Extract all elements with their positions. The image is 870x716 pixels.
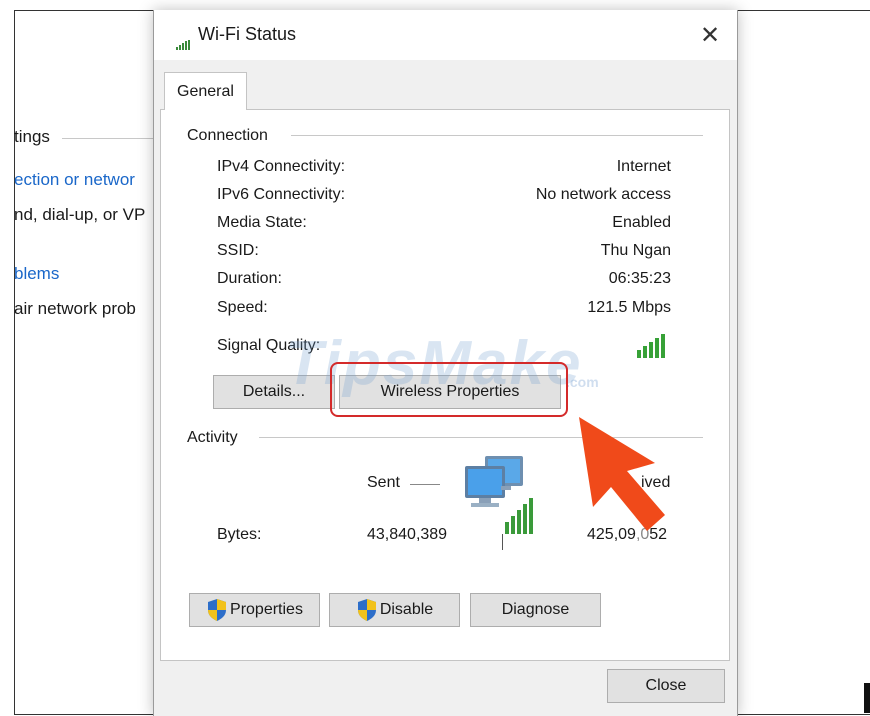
- properties-button[interactable]: Properties: [189, 593, 320, 627]
- background-separator: [62, 138, 154, 139]
- highlight-box: [330, 362, 568, 417]
- background-description: nd, dial-up, or VP: [14, 205, 146, 224]
- uac-shield-icon: [357, 599, 376, 621]
- signal-quality-icon: [637, 334, 665, 358]
- disable-button[interactable]: Disable: [329, 593, 460, 627]
- media-state-label: Media State:: [217, 214, 307, 231]
- speed-value: 121.5 Mbps: [587, 299, 671, 316]
- wifi-signal-icon: [176, 40, 190, 50]
- speed-label: Speed:: [217, 299, 268, 316]
- duration-value: 06:35:23: [608, 270, 671, 287]
- ipv4-value: Internet: [616, 158, 671, 175]
- bytes-sent-value: 43,840,389: [367, 526, 448, 543]
- sent-connector-line: [410, 484, 440, 485]
- connection-group-line: [291, 135, 703, 136]
- uac-shield-icon: [208, 599, 227, 621]
- background-link-troubleshoot[interactable]: blems: [14, 264, 59, 284]
- close-icon[interactable]: ✕: [692, 22, 728, 49]
- close-button[interactable]: Close: [607, 669, 725, 703]
- ipv6-label: IPv6 Connectivity:: [217, 186, 346, 203]
- dialog-title: Wi-Fi Status: [198, 24, 297, 44]
- connection-group-title: Connection: [187, 127, 274, 145]
- diagnose-button[interactable]: Diagnose: [470, 593, 601, 627]
- watermark-suffix: .com: [566, 374, 599, 390]
- network-computers-icon: [465, 456, 533, 534]
- title-bar[interactable]: Wi-Fi Status ✕: [154, 10, 737, 60]
- activity-group-title: Activity: [187, 429, 244, 447]
- ssid-label: SSID:: [217, 242, 259, 259]
- ipv4-label: IPv4 Connectivity:: [217, 158, 346, 175]
- media-state-value: Enabled: [612, 214, 671, 231]
- background-description-2: air network prob: [14, 299, 136, 318]
- frame-left-border: [14, 10, 15, 715]
- disable-button-label: Disable: [379, 601, 434, 618]
- background-link-connection[interactable]: ection or networ: [14, 170, 135, 190]
- background-settings-heading: tings: [14, 127, 50, 146]
- frame-corner-mark: [864, 683, 870, 713]
- ssid-value: Thu Ngan: [600, 242, 671, 259]
- properties-button-label: Properties: [230, 601, 303, 618]
- bytes-label: Bytes:: [217, 526, 262, 543]
- activity-divider: [502, 534, 503, 550]
- sent-label: Sent: [367, 474, 400, 491]
- tab-general[interactable]: General: [164, 72, 247, 110]
- ipv6-value: No network access: [535, 186, 671, 203]
- pointer-arrow-icon: [579, 417, 665, 531]
- duration-label: Duration:: [217, 270, 282, 287]
